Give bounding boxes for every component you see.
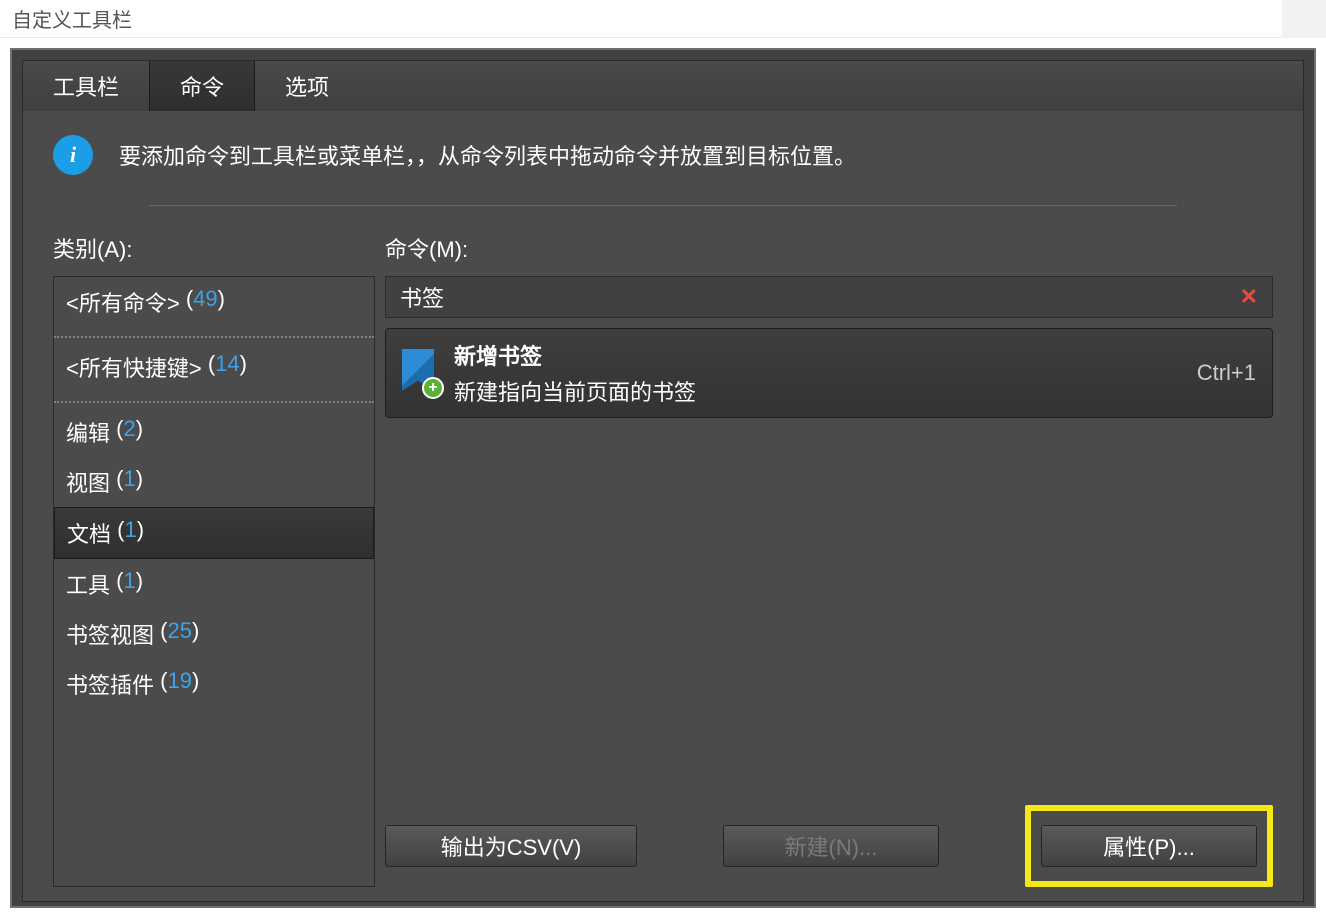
title-bar: 自定义工具栏 ✕ [0, 0, 1326, 38]
category-name: <所有快捷键> [66, 351, 202, 383]
tab-options[interactable]: 选项 [255, 61, 359, 111]
command-item[interactable]: + 新增书签 新建指向当前页面的书签 Ctrl+1 [385, 328, 1273, 418]
outer-panel: 工具栏 命令 选项 i 要添加命令到工具栏或菜单栏，，从命令列表中拖动命令并放置… [10, 48, 1316, 908]
tabs: 工具栏 命令 选项 [23, 61, 1303, 111]
command-text: 新增书签 新建指向当前页面的书签 [454, 339, 1185, 407]
columns: 类别(A): <所有命令> (49) <所有快捷键> (14) [53, 232, 1273, 887]
category-name: 文档 [67, 517, 111, 549]
category-all-commands[interactable]: <所有命令> (49) [54, 277, 374, 338]
category-name: 书签视图 [66, 618, 154, 650]
category-count: 25 [167, 618, 191, 650]
tab-toolbar[interactable]: 工具栏 [23, 61, 149, 111]
category-count: 1 [123, 568, 135, 600]
category-name: 编辑 [66, 416, 110, 448]
bookmark-add-icon: + [402, 349, 442, 397]
category-count: 14 [215, 351, 239, 383]
category-count: 2 [123, 416, 135, 448]
highlight-annotation: 属性(P)... [1025, 805, 1273, 887]
category-edit[interactable]: 编辑 (2) [54, 407, 374, 457]
category-all-shortcuts[interactable]: <所有快捷键> (14) [54, 342, 374, 403]
category-bookmark-plugin[interactable]: 书签插件 (19) [54, 659, 374, 709]
info-row: i 要添加命令到工具栏或菜单栏，，从命令列表中拖动命令并放置到目标位置。 [53, 135, 1273, 175]
info-icon: i [53, 135, 93, 175]
category-bookmark-view[interactable]: 书签视图 (25) [54, 609, 374, 659]
command-label: 命令(M): [385, 232, 1273, 264]
category-count: 1 [123, 466, 135, 498]
category-tools[interactable]: 工具 (1) [54, 559, 374, 609]
command-list: + 新增书签 新建指向当前页面的书签 Ctrl+1 [385, 328, 1273, 789]
command-column: 命令(M): ✕ + 新增书签 新建指 [385, 232, 1273, 887]
category-name: 工具 [66, 568, 110, 600]
export-csv-button[interactable]: 输出为CSV(V) [385, 825, 637, 867]
window-title: 自定义工具栏 [12, 4, 132, 33]
category-count: 19 [167, 668, 191, 700]
category-count: 49 [193, 286, 217, 318]
divider [149, 205, 1177, 206]
command-description: 新建指向当前页面的书签 [454, 375, 1185, 407]
footer-buttons: 输出为CSV(V) 新建(N)... 属性(P)... [385, 789, 1273, 887]
new-button[interactable]: 新建(N)... [723, 825, 939, 867]
category-name: <所有命令> [66, 286, 180, 318]
properties-button[interactable]: 属性(P)... [1041, 825, 1257, 867]
category-label: 类别(A): [53, 232, 375, 264]
category-list: <所有命令> (49) <所有快捷键> (14) 编辑 (2 [53, 276, 375, 887]
tab-commands[interactable]: 命令 [149, 61, 255, 111]
category-count: 1 [124, 517, 136, 549]
category-column: 类别(A): <所有命令> (49) <所有快捷键> (14) [53, 232, 375, 887]
search-row: ✕ [385, 276, 1273, 318]
category-name: 书签插件 [66, 668, 154, 700]
category-name: 视图 [66, 466, 110, 498]
content-area: i 要添加命令到工具栏或菜单栏，，从命令列表中拖动命令并放置到目标位置。 类别(… [23, 111, 1303, 901]
close-button[interactable]: ✕ [1282, 0, 1326, 38]
search-input[interactable] [400, 284, 1240, 310]
command-title: 新增书签 [454, 339, 1185, 371]
inner-panel: 工具栏 命令 选项 i 要添加命令到工具栏或菜单栏，，从命令列表中拖动命令并放置… [22, 60, 1304, 902]
category-view[interactable]: 视图 (1) [54, 457, 374, 507]
info-text: 要添加命令到工具栏或菜单栏，，从命令列表中拖动命令并放置到目标位置。 [119, 139, 856, 171]
command-shortcut: Ctrl+1 [1197, 360, 1256, 386]
clear-search-icon[interactable]: ✕ [1240, 284, 1258, 310]
category-document[interactable]: 文档 (1) [54, 507, 374, 559]
